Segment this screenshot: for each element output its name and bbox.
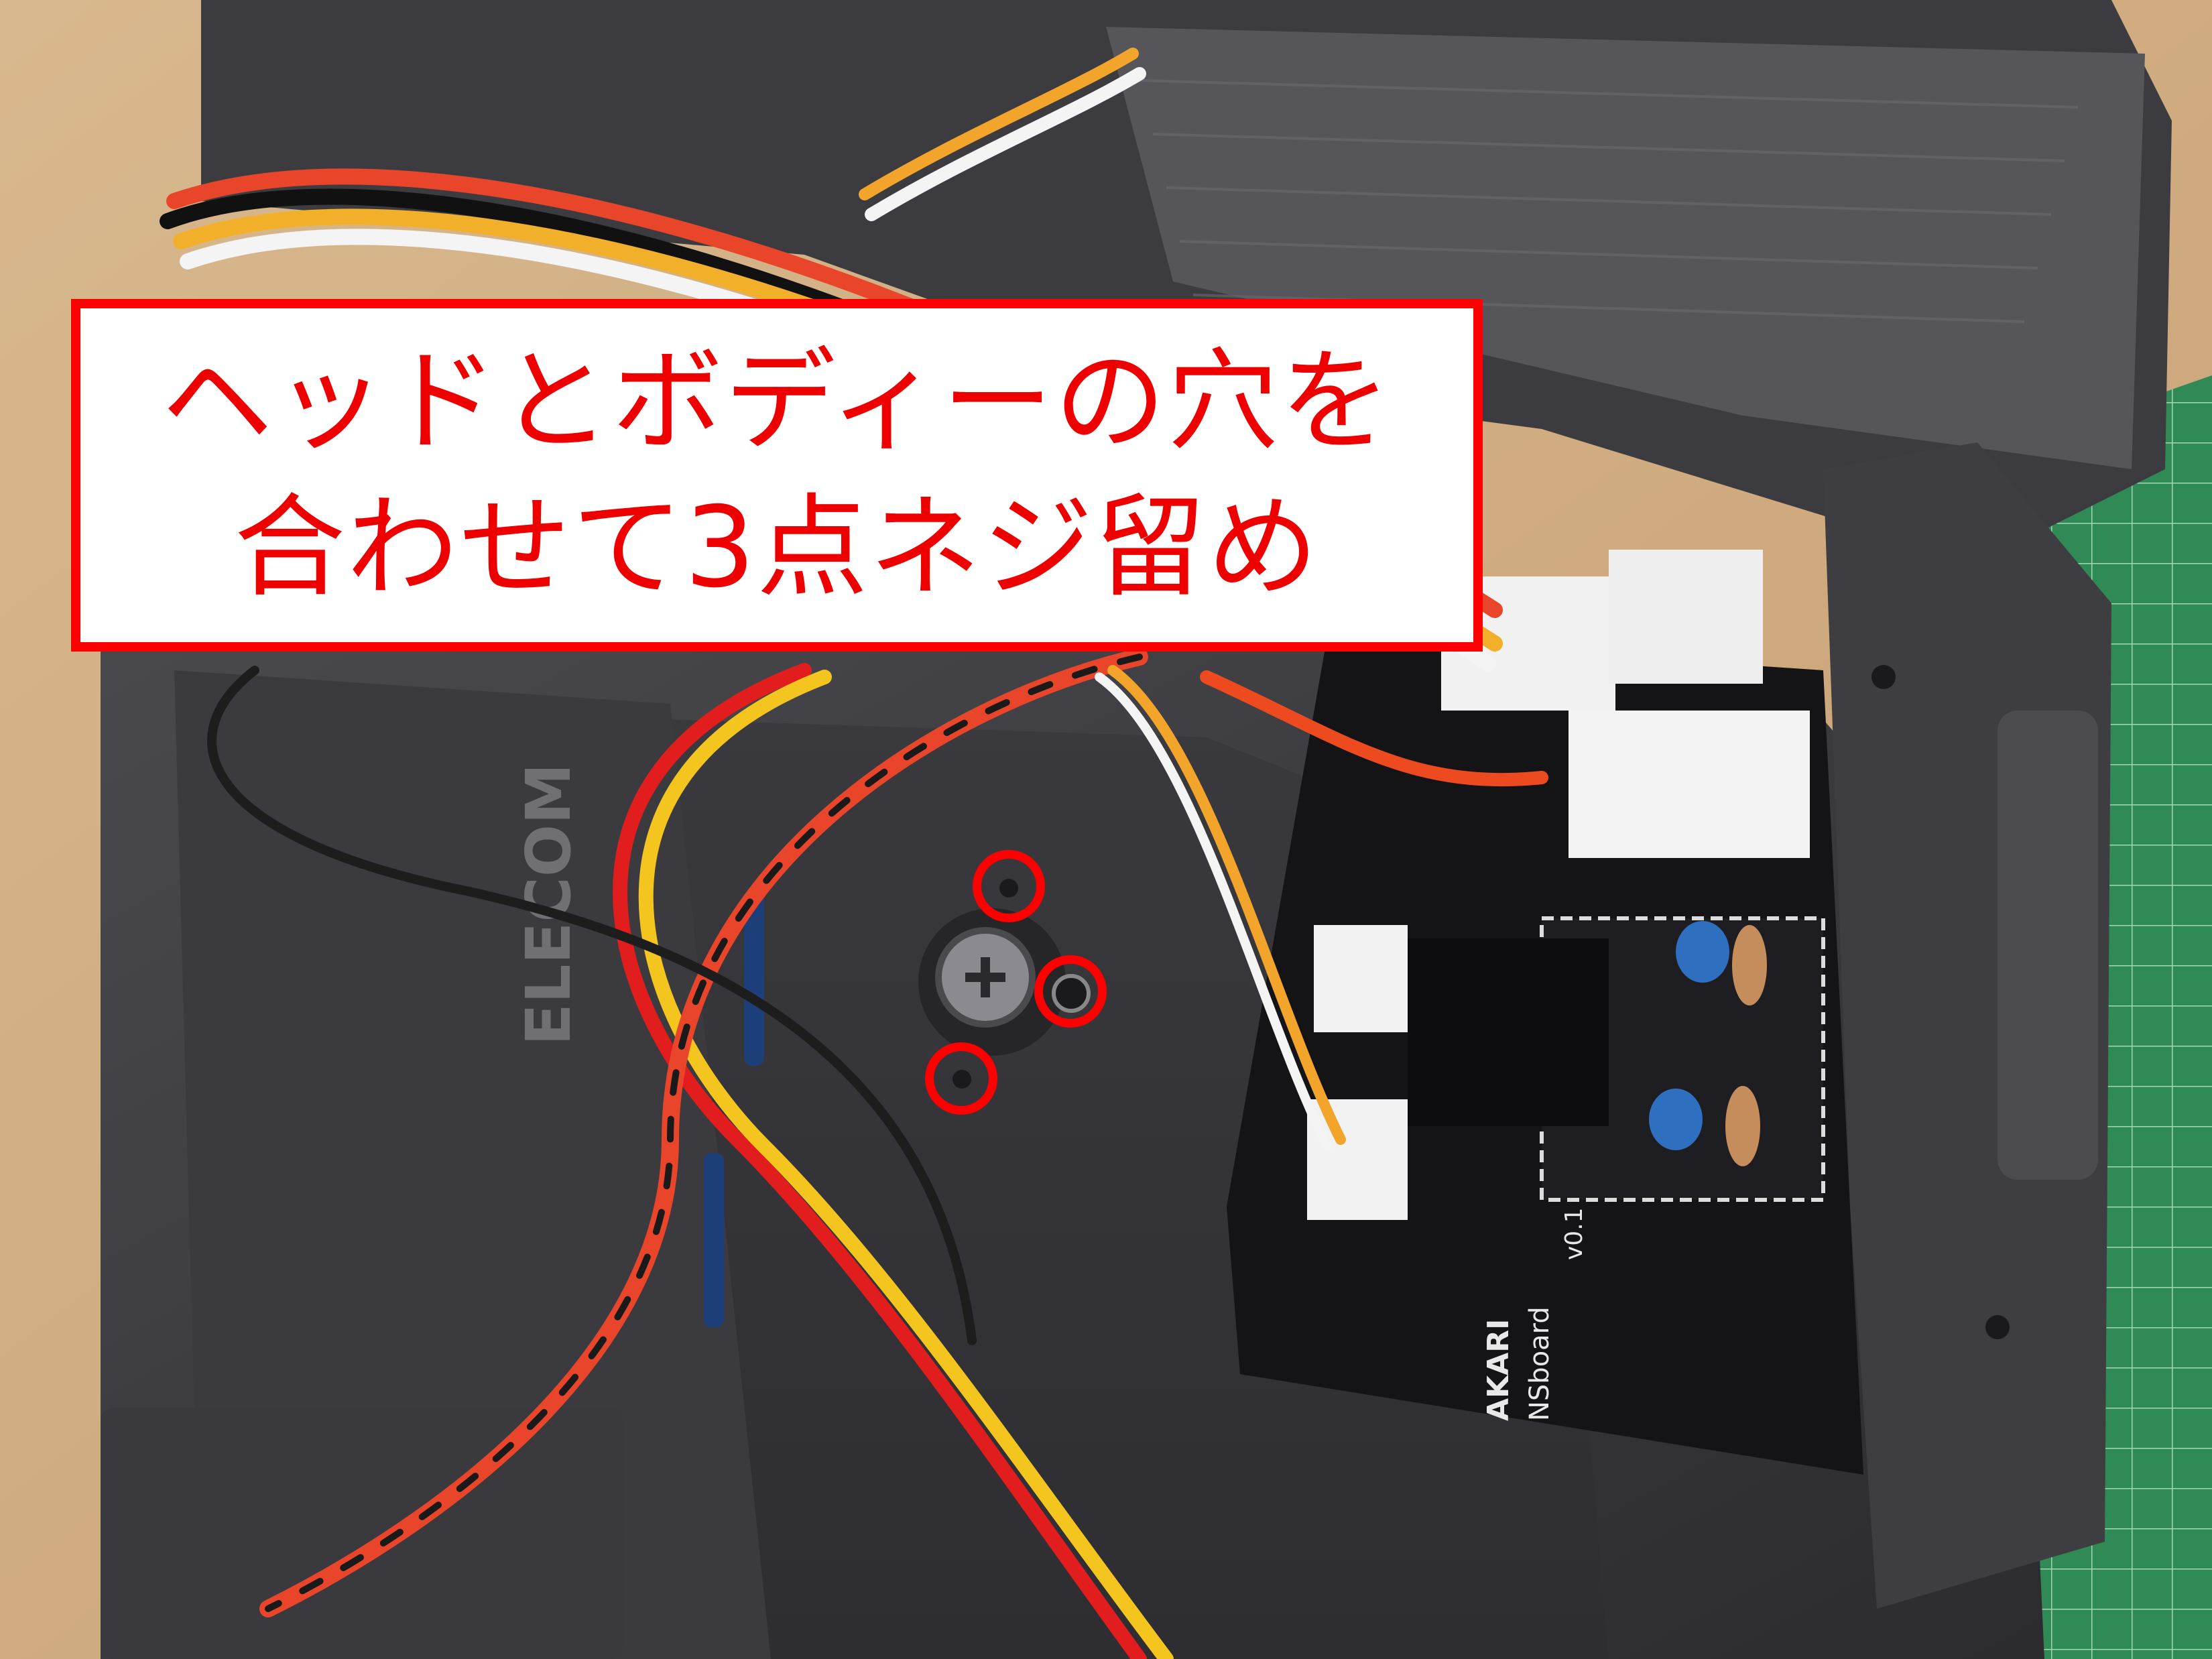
bottom-block bbox=[101, 1408, 623, 1659]
screw-hole-marker bbox=[925, 1042, 997, 1115]
connector bbox=[1569, 711, 1810, 858]
ic-chip bbox=[1408, 938, 1609, 1126]
bracket-hole bbox=[1985, 1315, 2010, 1339]
photo-scene: ELECOM AKARI NSboard v0.1 ヘッドとボディーの穴を 合わ… bbox=[0, 0, 2212, 1659]
bracket-panel bbox=[1998, 711, 2098, 1180]
resistor bbox=[1725, 1086, 1760, 1166]
connector bbox=[1314, 925, 1408, 1032]
blue-slot bbox=[704, 1153, 724, 1327]
board-label: NSboard bbox=[1524, 1306, 1555, 1421]
caption-line-1: ヘッドとボディーの穴を bbox=[161, 337, 1393, 467]
board-label: v0.1 bbox=[1560, 1207, 1588, 1260]
connector bbox=[1609, 550, 1763, 684]
resistor bbox=[1732, 925, 1767, 1005]
caption-line-2: 合わせて3点ネジ留め bbox=[234, 483, 1320, 613]
capacitor bbox=[1676, 921, 1729, 983]
board-label: AKARI bbox=[1481, 1319, 1516, 1421]
screw-hole-marker bbox=[973, 850, 1045, 922]
screw-hole-marker bbox=[1034, 955, 1107, 1028]
robot-assembly-photo: ELECOM AKARI NSboard v0.1 bbox=[0, 0, 2212, 1659]
connector bbox=[1307, 1099, 1408, 1220]
caption-box: ヘッドとボディーの穴を 合わせて3点ネジ留め bbox=[71, 299, 1483, 652]
capacitor bbox=[1649, 1089, 1703, 1150]
bracket-hole bbox=[1871, 665, 1896, 689]
